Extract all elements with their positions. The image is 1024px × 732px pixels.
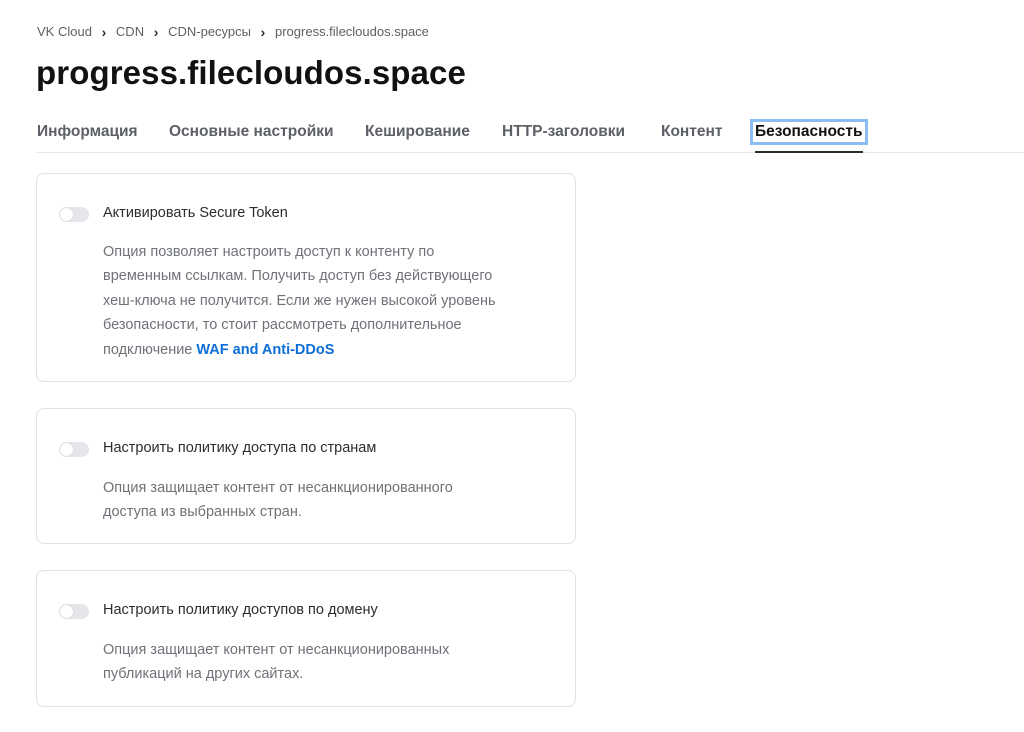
country-policy-description: Опция защищает контент от несанкциониров… [103, 476, 543, 525]
domain-policy-toggle[interactable] [59, 604, 89, 619]
description-line-with-link: подключение WAF and Anti-DDoS [103, 338, 543, 362]
description-line: публикаций на других сайтах. [103, 666, 304, 683]
description-line: Опция позволяет настроить доступ к конте… [103, 244, 435, 260]
toggle-knob [60, 208, 73, 221]
secure-token-card: Активировать Secure Token Опция позволяе… [36, 173, 576, 382]
waf-anti-ddos-link[interactable]: WAF and Anti-DDoS [196, 342, 334, 358]
description-line: Опция защищает контент от несанкциониров… [103, 480, 453, 496]
secure-token-description: Опция позволяет настроить доступ к конте… [103, 240, 543, 362]
description-line: безопасности, то стоит рассмотреть допол… [103, 317, 462, 334]
breadcrumb-item-current: progress.filecloudos.space [274, 24, 429, 39]
domain-policy-card: Настроить политику доступов по домену Оп… [36, 570, 576, 707]
toggle-knob [60, 443, 73, 456]
breadcrumb-item-cdn[interactable]: CDN [116, 24, 144, 39]
domain-policy-description: Опция защищает контент от несанкциониров… [103, 638, 543, 687]
active-tab-indicator [755, 151, 863, 153]
country-policy-toggle[interactable] [59, 442, 89, 457]
country-policy-card: Настроить политику доступа по странам Оп… [36, 408, 576, 544]
secure-token-label: Активировать Secure Token [103, 205, 288, 221]
country-policy-label: Настроить политику доступа по странам [103, 440, 377, 456]
tab-bar: Информация Основные настройки Кешировани… [37, 118, 1024, 153]
description-text: подключение [103, 341, 197, 358]
description-line: доступа из выбранных стран. [103, 504, 302, 521]
description-line: Опция защищает контент от несанкциониров… [103, 642, 450, 658]
page-title: progress.filecloudos.space [36, 54, 466, 91]
chevron-right-icon: › [260, 23, 266, 40]
breadcrumb-item-vk-cloud[interactable]: VK Cloud [37, 24, 92, 39]
chevron-right-icon: › [101, 23, 107, 40]
domain-policy-label: Настроить политику доступов по домену [103, 602, 378, 618]
description-line: хеш-ключа не получится. Если же нужен вы… [103, 292, 496, 309]
secure-token-toggle[interactable] [59, 207, 89, 222]
tab-security[interactable]: Безопасность [750, 119, 868, 145]
breadcrumb-item-cdn-resources[interactable]: CDN-ресурсы [168, 24, 251, 39]
tab-information[interactable]: Информация [37, 123, 138, 141]
toggle-knob [60, 605, 73, 618]
tab-content[interactable]: Контент [661, 123, 722, 141]
tab-http-headers[interactable]: HTTP-заголовки [502, 123, 625, 141]
breadcrumb: VK Cloud › CDN › CDN-ресурсы › progress.… [37, 24, 429, 39]
description-line: временным ссылкам. Получить доступ без д… [103, 268, 493, 285]
tab-basic-settings[interactable]: Основные настройки [169, 123, 334, 141]
tab-caching[interactable]: Кеширование [365, 123, 470, 141]
chevron-right-icon: › [153, 23, 159, 40]
